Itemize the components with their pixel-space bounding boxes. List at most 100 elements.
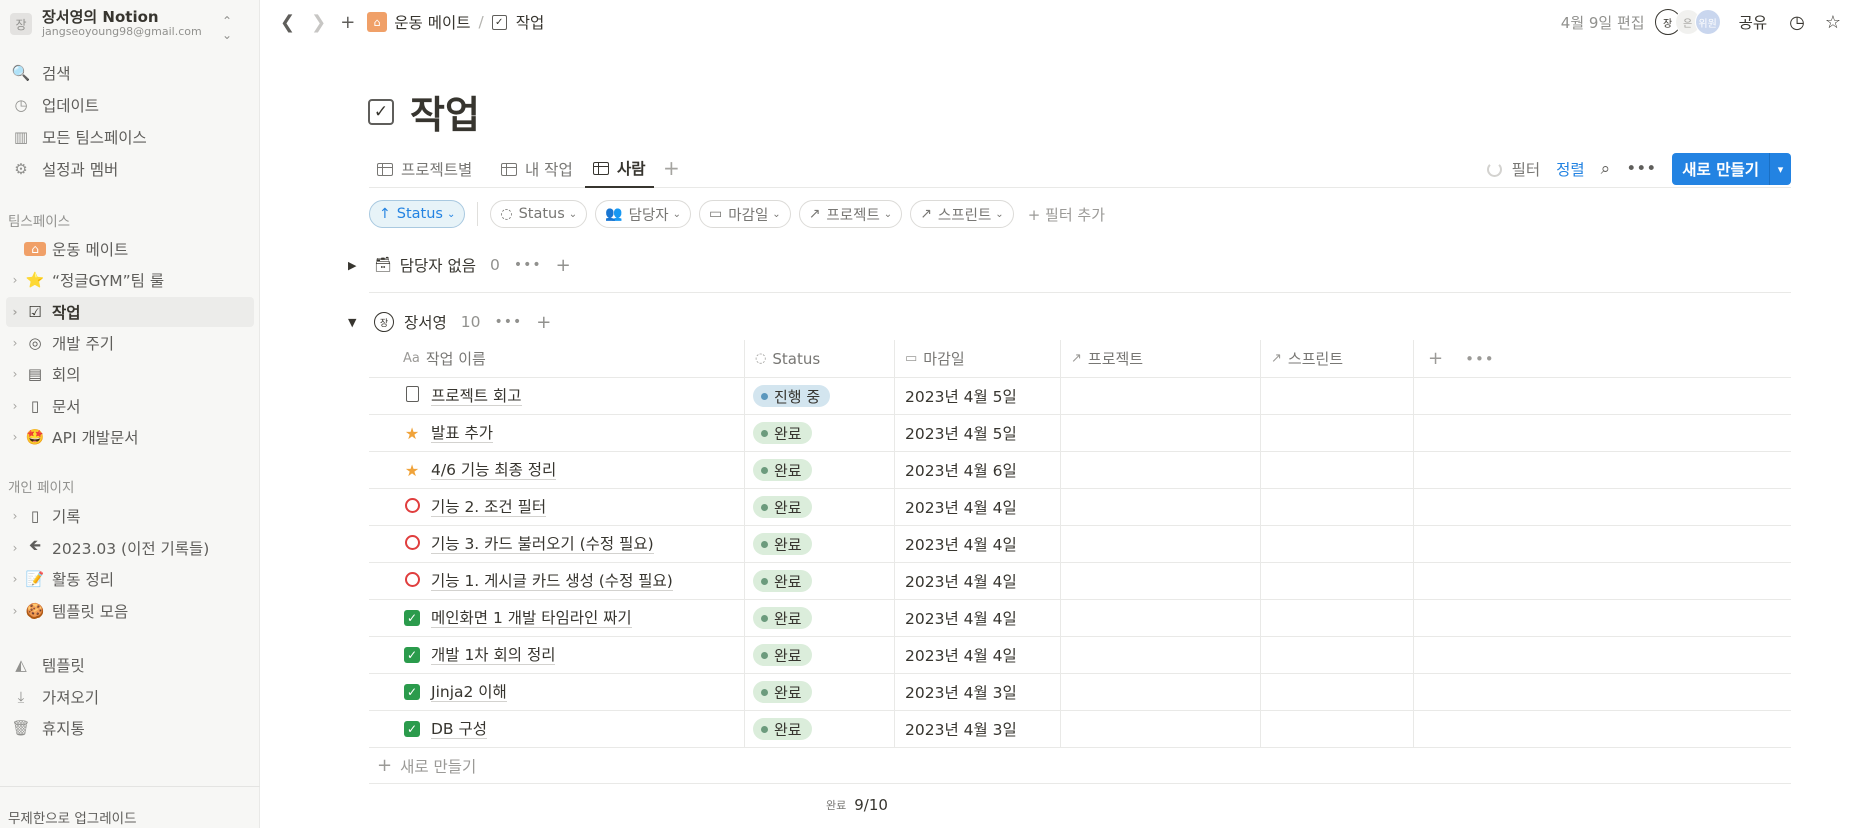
task-name[interactable]: 기능 1. 게시글 카드 생성 (수정 필요) <box>431 572 673 591</box>
new-row-button[interactable]: + 새로 만들기 <box>369 748 1791 784</box>
add-view-plus-icon[interactable]: + <box>663 156 680 180</box>
table-row[interactable]: 기능 2. 조건 필터 완료 2023년 4월 4일 <box>369 489 1791 526</box>
sidebar-item[interactable]: › ▯ 문서 <box>6 391 254 421</box>
sidebar-item[interactable]: › 🤩 API 개발문서 <box>6 422 254 452</box>
cell-status[interactable]: 완료 <box>745 637 895 673</box>
cell-sprint[interactable] <box>1261 415 1414 451</box>
cell-project[interactable] <box>1061 563 1261 599</box>
cell-due-date[interactable]: 2023년 4월 3일 <box>895 711 1061 747</box>
task-name[interactable]: 4/6 기능 최종 정리 <box>431 461 557 480</box>
triangle-right-icon[interactable]: ▶ <box>348 259 362 272</box>
task-name[interactable]: 발표 추가 <box>431 424 493 443</box>
page-checkbox-icon[interactable]: ✓ <box>368 98 394 125</box>
cell-status[interactable]: 완료 <box>745 489 895 525</box>
breadcrumb-root[interactable]: 운동 메이트 <box>394 11 470 33</box>
triangle-down-icon[interactable]: ▼ <box>348 316 362 329</box>
task-name[interactable]: DB 구성 <box>431 720 488 739</box>
history-clock-icon[interactable]: ◷ <box>1789 12 1805 33</box>
cell-name[interactable]: ★ 발표 추가 <box>369 415 745 451</box>
cell-status[interactable]: 완료 <box>745 452 895 488</box>
cell-due-date[interactable]: 2023년 4월 4일 <box>895 526 1061 562</box>
search-icon[interactable]: ⌕ <box>1601 159 1611 179</box>
workspace-switcher[interactable]: 장 장서영의 Notion jangseoyoung98@gmail.com ⌃… <box>8 6 252 42</box>
favorite-star-icon[interactable]: ☆ <box>1825 12 1841 33</box>
cell-name[interactable]: ★ 4/6 기능 최종 정리 <box>369 452 745 488</box>
column-header-sprint[interactable]: ↗ 스프린트 <box>1261 340 1414 377</box>
cell-project[interactable] <box>1061 489 1261 525</box>
sidebar-item[interactable]: ◭ 템플릿 <box>6 650 254 680</box>
cell-project[interactable] <box>1061 600 1261 636</box>
cell-status[interactable]: 진행 중 <box>745 378 895 414</box>
sidebar-item[interactable]: › 🡸 2023.03 (이전 기록들) <box>6 533 254 563</box>
cell-status[interactable]: 완료 <box>745 526 895 562</box>
cell-sprint[interactable] <box>1261 378 1414 414</box>
plus-icon[interactable]: + <box>536 312 551 333</box>
cell-due-date[interactable]: 2023년 4월 6일 <box>895 452 1061 488</box>
share-button[interactable]: 공유 <box>1739 11 1768 33</box>
cell-status[interactable]: 완료 <box>745 674 895 710</box>
cell-name[interactable]: 기능 2. 조건 필터 <box>369 489 745 525</box>
sidebar-item[interactable]: ⌂ 운동 메이트 <box>6 234 254 264</box>
sidebar-item[interactable]: › 📝 활동 정리 <box>6 564 254 594</box>
chevron-right-icon[interactable]: › <box>8 399 22 413</box>
sort-button[interactable]: 정렬 <box>1556 158 1585 180</box>
cell-name[interactable]: ✓ 메인화면 1 개발 타임라인 짜기 <box>369 600 745 636</box>
cell-name[interactable]: 기능 1. 게시글 카드 생성 (수정 필요) <box>369 563 745 599</box>
sidebar-item[interactable]: › 🍪 템플릿 모음 <box>6 596 254 626</box>
task-name[interactable]: 기능 2. 조건 필터 <box>431 498 547 517</box>
filter-button[interactable]: 필터 <box>1512 158 1541 180</box>
chevron-up-down-icon[interactable]: ⌃ ⌄ <box>222 14 232 42</box>
table-row[interactable]: ✓ 메인화면 1 개발 타임라인 짜기 완료 2023년 4월 4일 <box>369 600 1791 637</box>
upgrade-link[interactable]: 무제한으로 업그레이드 <box>0 786 260 827</box>
table-row[interactable]: 기능 3. 카드 불러오기 (수정 필요) 완료 2023년 4월 4일 <box>369 526 1791 563</box>
breadcrumb-current[interactable]: 작업 <box>516 11 545 33</box>
sidebar-item[interactable]: ⚙ 설정과 멤버 <box>6 154 254 184</box>
cell-name[interactable]: ✓ 개발 1차 회의 정리 <box>369 637 745 673</box>
table-row[interactable]: ✓ DB 구성 완료 2023년 4월 3일 <box>369 711 1791 748</box>
cell-sprint[interactable] <box>1261 674 1414 710</box>
table-row[interactable]: ✓ 개발 1차 회의 정리 완료 2023년 4월 4일 <box>369 637 1791 674</box>
sort-chip-status[interactable]: ↑ Status ⌄ <box>369 200 466 228</box>
filter-chip-sprint[interactable]: ↗ 스프린트 ⌄ <box>910 200 1014 228</box>
new-button[interactable]: 새로 만들기 <box>1672 153 1769 185</box>
cell-project[interactable] <box>1061 637 1261 673</box>
cell-status[interactable]: 완료 <box>745 600 895 636</box>
more-icon[interactable]: ••• <box>495 314 523 330</box>
sidebar-item[interactable]: › ⭐ “정글GYM”팀 룰 <box>6 265 254 295</box>
more-icon[interactable]: ••• <box>514 257 542 273</box>
cell-sprint[interactable] <box>1261 526 1414 562</box>
filter-chip-project[interactable]: ↗ 프로젝트 ⌄ <box>798 200 903 228</box>
cell-name[interactable]: 프로젝트 회고 <box>369 378 745 414</box>
cell-due-date[interactable]: 2023년 4월 4일 <box>895 637 1061 673</box>
chevron-right-icon[interactable]: › <box>8 273 22 287</box>
column-header-status[interactable]: ◌ Status <box>745 340 895 377</box>
calculation-footer[interactable]: 완료 9/10 <box>826 796 888 814</box>
filter-chip-status[interactable]: ◌ Status ⌄ <box>490 200 588 228</box>
collaborator-avatars[interactable]: 장 은 위원 <box>1654 9 1721 35</box>
sidebar-item[interactable]: › ☑ 작업 <box>6 296 254 327</box>
table-row[interactable]: 기능 1. 게시글 카드 생성 (수정 필요) 완료 2023년 4월 4일 <box>369 563 1791 600</box>
plus-icon[interactable]: + <box>556 255 571 276</box>
sidebar-item[interactable]: ⤓ 가져오기 <box>6 682 254 712</box>
table-row[interactable]: ★ 발표 추가 완료 2023년 4월 5일 <box>369 415 1791 452</box>
task-name[interactable]: Jinja2 이해 <box>431 683 507 702</box>
more-options-icon[interactable]: ••• <box>1626 159 1656 179</box>
cell-sprint[interactable] <box>1261 489 1414 525</box>
add-column-plus-icon[interactable]: + <box>1428 348 1443 369</box>
cell-project[interactable] <box>1061 711 1261 747</box>
cell-project[interactable] <box>1061 452 1261 488</box>
cell-project[interactable] <box>1061 526 1261 562</box>
chevron-right-icon[interactable]: › <box>8 305 22 319</box>
tab-my-tasks[interactable]: 내 작업 <box>501 150 573 188</box>
cell-name[interactable]: ✓ DB 구성 <box>369 711 745 747</box>
task-name[interactable]: 메인화면 1 개발 타임라인 짜기 <box>431 609 632 628</box>
cell-sprint[interactable] <box>1261 600 1414 636</box>
table-row[interactable]: 프로젝트 회고 진행 중 2023년 4월 5일 <box>369 378 1791 415</box>
chevron-down-icon[interactable]: ▾ <box>1769 153 1791 185</box>
tab-people[interactable]: 사람 <box>585 150 654 188</box>
task-name[interactable]: 기능 3. 카드 불러오기 (수정 필요) <box>431 535 654 554</box>
chevron-right-icon[interactable]: › <box>8 367 22 381</box>
sidebar-item[interactable]: › ◎ 개발 주기 <box>6 328 254 358</box>
cell-due-date[interactable]: 2023년 4월 5일 <box>895 415 1061 451</box>
forward-arrow-icon[interactable]: ❯ <box>311 12 326 33</box>
